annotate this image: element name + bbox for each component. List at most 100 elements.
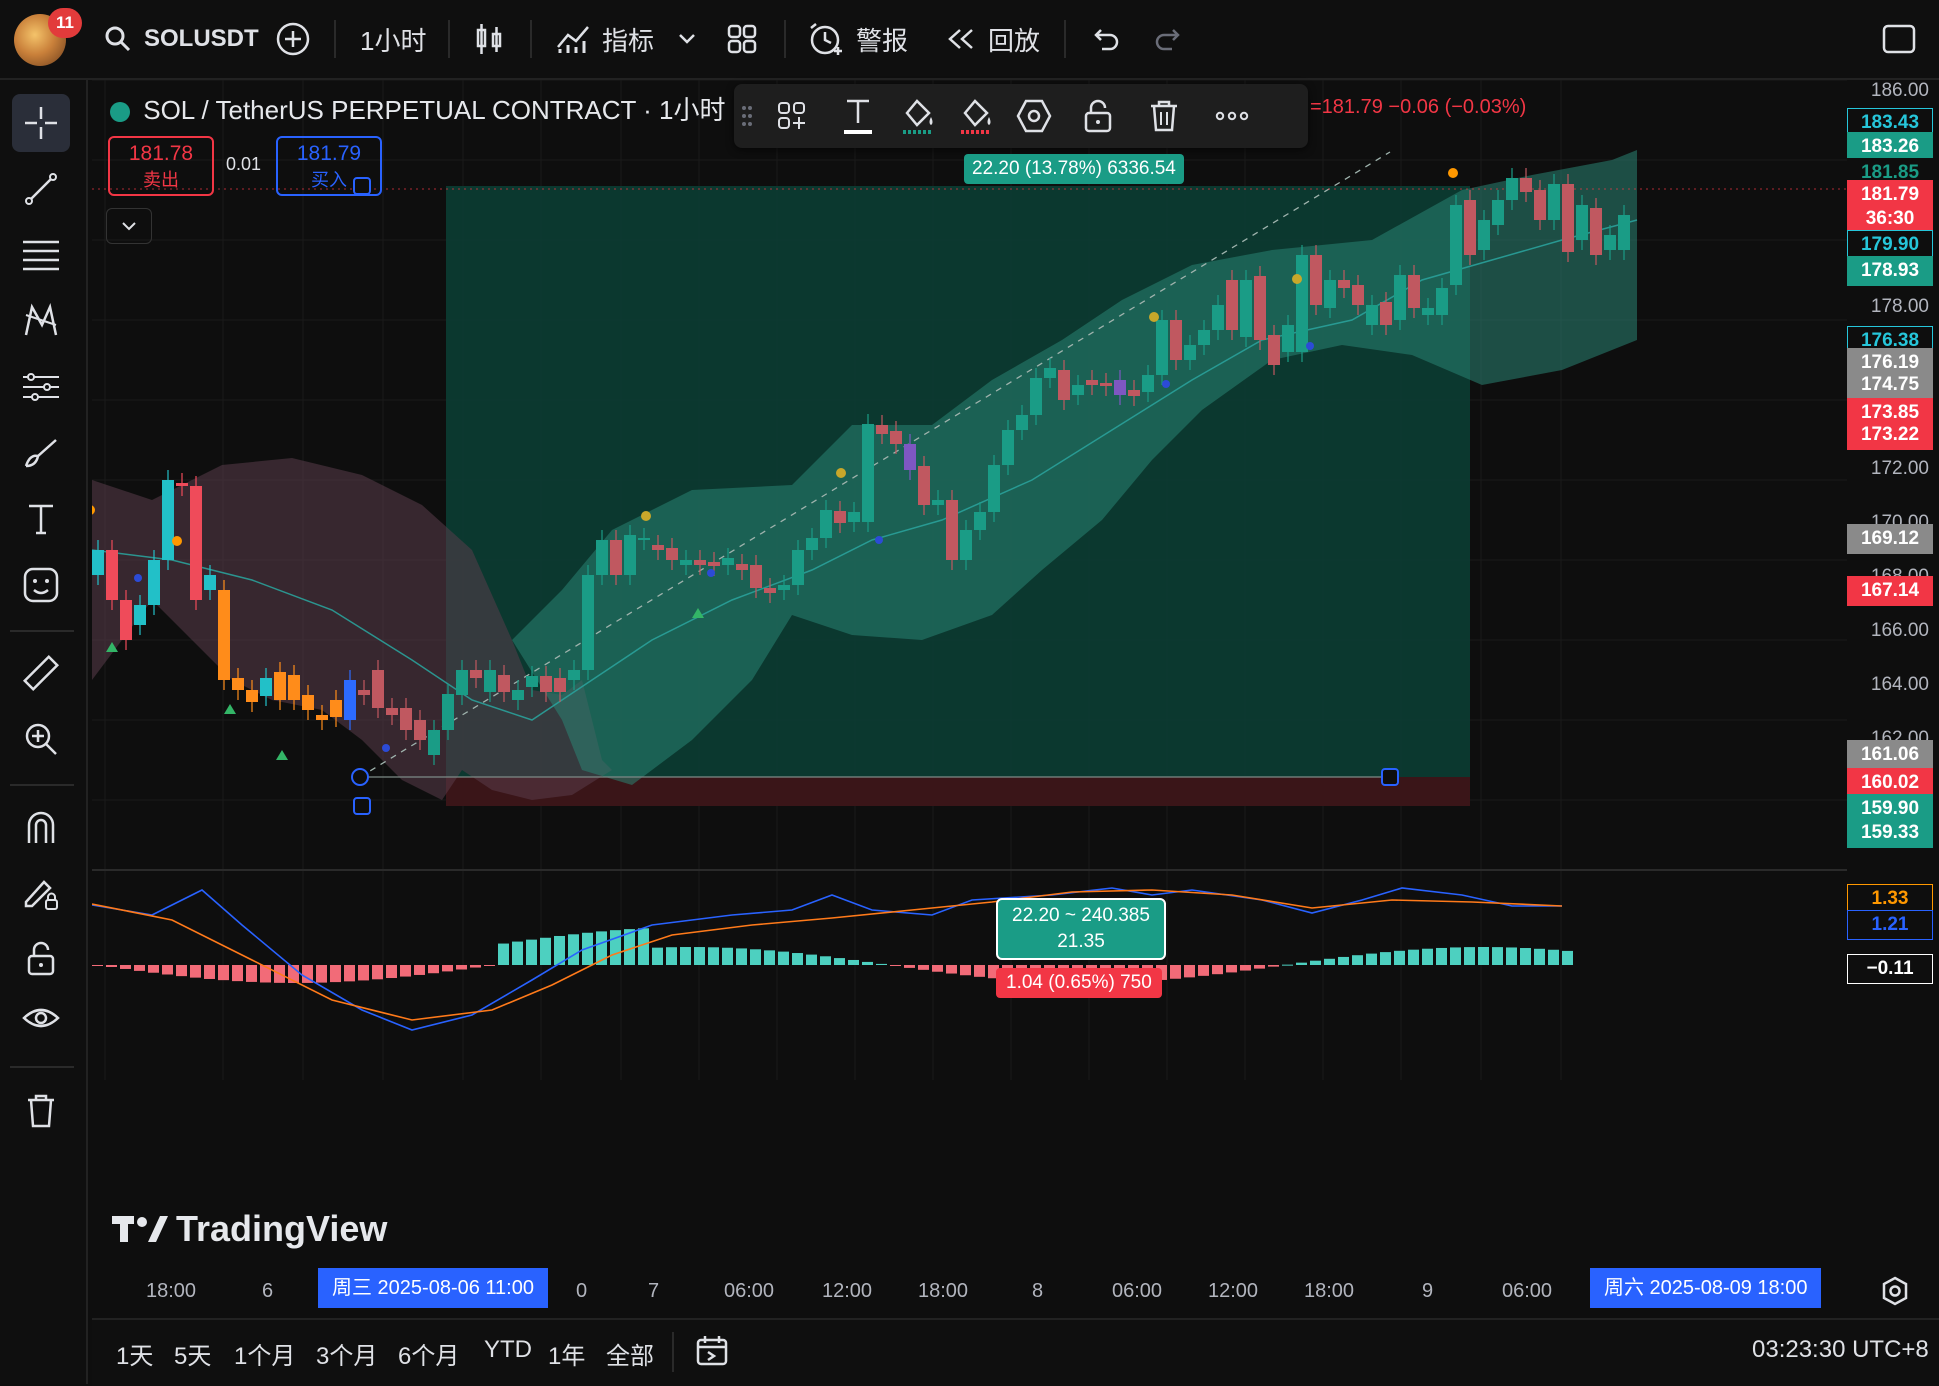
candle <box>106 550 118 600</box>
position-center-label[interactable]: 22.20 ~ 240.385 21.35 <box>996 898 1166 960</box>
lock-button[interactable] <box>1074 92 1122 140</box>
indicators-dropdown[interactable] <box>678 14 696 64</box>
top-toolbar: 11 SOLUSDT 1小时 指标 警报 回放 <box>0 0 1939 80</box>
macd-histogram-bar <box>680 947 691 965</box>
fullscreen-button[interactable] <box>1882 14 1916 64</box>
candle <box>316 715 328 720</box>
delete-button[interactable] <box>1140 92 1188 140</box>
macd-histogram-bar <box>1562 950 1573 965</box>
zoom-in-icon <box>25 723 57 755</box>
price-axis[interactable]: 186.00178.00172.00170.00168.00166.00164.… <box>1847 80 1939 1080</box>
time-tick: 8 <box>1032 1280 1044 1302</box>
symbol-label: SOLUSDT <box>144 25 259 52</box>
candle <box>1142 375 1154 392</box>
position-handle-right[interactable] <box>1381 768 1399 786</box>
sell-price: 181.78 <box>128 142 194 165</box>
text-style-button[interactable] <box>834 92 882 140</box>
magnet-tool[interactable] <box>12 798 70 856</box>
compare-add-button[interactable] <box>276 14 310 64</box>
text-tool[interactable] <box>12 490 70 548</box>
time-cursor-left: 周三 2025-08-06 11:00 <box>318 1268 548 1308</box>
remove-drawings-tool[interactable] <box>12 1082 70 1140</box>
settings-button[interactable] <box>1010 92 1058 140</box>
candle <box>876 425 888 434</box>
alerts-button[interactable]: 警报 <box>808 14 908 64</box>
buy-button[interactable]: 181.79 买入 <box>276 136 382 196</box>
candle <box>414 720 426 740</box>
time-tick: 12:00 <box>822 1280 873 1302</box>
replay-button[interactable]: 回放 <box>946 14 1040 64</box>
lock-drawing-tool[interactable] <box>12 864 70 922</box>
measure-tool[interactable] <box>12 644 70 702</box>
crosshair-tool[interactable] <box>12 94 70 152</box>
clock[interactable]: 03:23:30 UTC+8 <box>1752 1336 1929 1364</box>
chart-type-button[interactable] <box>474 14 504 64</box>
profit-label: 22.20 (13.78%) 6336.54 <box>964 154 1184 184</box>
sell-button[interactable]: 181.78 卖出 <box>108 136 214 196</box>
zoom-tool[interactable] <box>12 710 70 768</box>
macd-histogram-bar <box>218 965 229 981</box>
candle <box>1562 184 1574 252</box>
macd-histogram-bar <box>148 965 159 973</box>
goto-date-button[interactable] <box>696 1334 730 1373</box>
brush-tool[interactable] <box>12 424 70 482</box>
position-handle-stop[interactable] <box>353 797 371 815</box>
spread: 0.01 <box>226 154 262 174</box>
candle <box>918 466 930 505</box>
drag-handle[interactable] <box>736 92 758 140</box>
indicators-button[interactable]: 指标 <box>556 14 654 64</box>
range-separator <box>672 1332 674 1372</box>
signal-dot <box>1292 274 1302 284</box>
text-icon <box>844 99 872 134</box>
fib-tool[interactable] <box>12 226 70 284</box>
candle <box>750 565 762 588</box>
lock-all-tool[interactable] <box>12 930 70 988</box>
profit-color-button[interactable] <box>894 92 942 140</box>
candle <box>960 530 972 560</box>
time-tick: 06:00 <box>724 1280 775 1302</box>
candle <box>848 512 860 522</box>
undo-button[interactable] <box>1090 14 1120 64</box>
range-button[interactable]: 5天 <box>174 1336 211 1371</box>
range-button[interactable]: YTD <box>484 1336 532 1364</box>
symbol-search-button[interactable]: SOLUSDT <box>104 14 259 64</box>
hide-drawings-tool[interactable] <box>12 990 70 1048</box>
emoji-tool[interactable] <box>12 556 70 614</box>
redo-button[interactable] <box>1154 14 1184 64</box>
candle <box>1198 330 1210 345</box>
forecast-tool[interactable] <box>12 358 70 416</box>
layouts-button[interactable] <box>726 14 758 64</box>
more-button[interactable] <box>1208 92 1256 140</box>
candle <box>834 511 846 523</box>
sticker-icon <box>23 567 59 603</box>
signal-line <box>92 889 1563 1021</box>
macd-histogram-bar <box>1520 948 1531 965</box>
stop-color-button[interactable] <box>952 92 1000 140</box>
axis-settings-button[interactable] <box>1880 1276 1910 1311</box>
magnet-icon <box>27 811 55 843</box>
macd-histogram-bar <box>232 965 243 982</box>
candle <box>1184 345 1196 360</box>
buy-triangle <box>276 750 288 760</box>
macd-histogram-bar <box>1534 948 1545 965</box>
position-handle-entry[interactable] <box>351 768 369 786</box>
range-button[interactable]: 全部 <box>606 1336 654 1371</box>
template-button[interactable] <box>768 92 816 140</box>
trend-line-tool[interactable] <box>12 160 70 218</box>
price-chart[interactable] <box>92 80 1847 1080</box>
macd-histogram-bar <box>344 965 355 982</box>
range-button[interactable]: 6个月 <box>398 1336 459 1371</box>
legend-collapse-button[interactable] <box>106 208 152 244</box>
alerts-label: 警报 <box>856 25 909 56</box>
range-button[interactable]: 1天 <box>116 1336 153 1371</box>
range-button[interactable]: 1个月 <box>234 1336 295 1371</box>
range-button[interactable]: 1年 <box>548 1336 585 1371</box>
time-axis[interactable]: 06:00 9 18:00 12:00 06:00 8 18:00 12:00 06:00 7 0 6… <box>92 1268 1847 1316</box>
position-stop-zone[interactable] <box>446 777 1470 806</box>
candle <box>890 431 902 444</box>
macd-histogram-bar <box>1282 964 1293 966</box>
pattern-tool[interactable] <box>12 292 70 350</box>
interval-button[interactable]: 1小时 <box>360 14 426 64</box>
range-button[interactable]: 3个月 <box>316 1336 377 1371</box>
signal-dot <box>641 511 651 521</box>
